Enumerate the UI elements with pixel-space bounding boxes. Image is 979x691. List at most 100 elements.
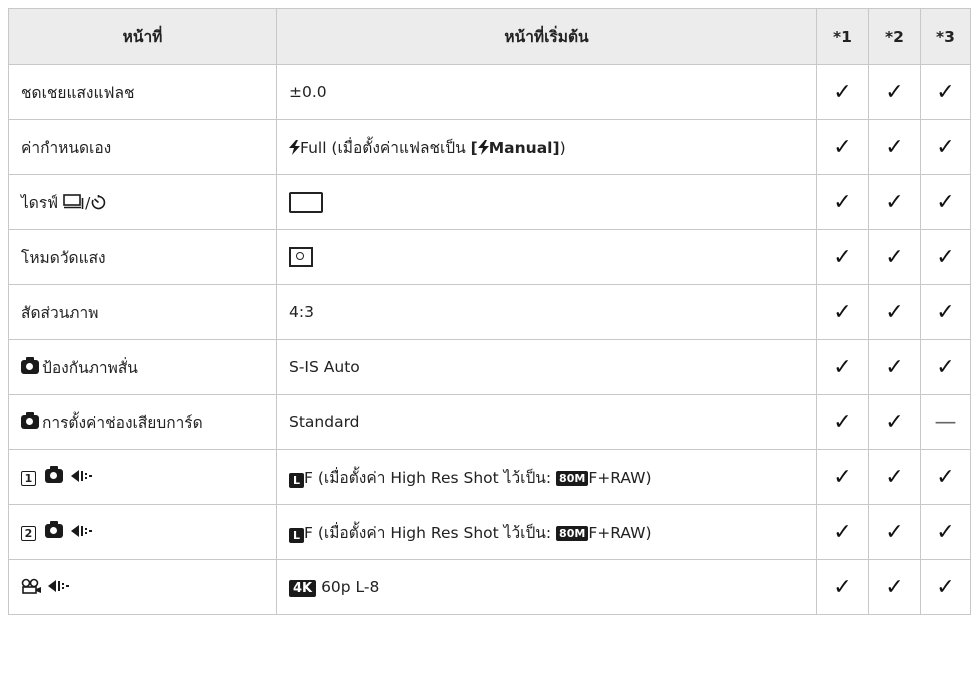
function-cell: ไดรฟ์ / [8, 174, 277, 230]
table-row: ค่ากำหนดเอง Full (เมื่อตั้งค่าแฟลชเป็น [… [8, 119, 971, 175]
check-c1: ✓ [816, 394, 869, 450]
function-cell [8, 559, 277, 615]
table-row: สัดส่วนภาพ 4:3 ✓ ✓ ✓ [8, 284, 971, 340]
table-row: การตั้งค่าช่องเสียบการ์ด Standard ✓ ✓ — [8, 394, 971, 450]
flash-icon [289, 139, 300, 155]
check-c3: ✓ [920, 449, 971, 505]
default-value-text: Full (เมื่อตั้งค่าแฟลชเป็น [300, 138, 471, 157]
check-c2: ✓ [868, 504, 921, 560]
check-c1: ✓ [816, 504, 869, 560]
check-c3: ✓ [920, 284, 971, 340]
single-frame-icon [289, 191, 323, 213]
default-cell [276, 174, 817, 230]
check-c3: ✓ [920, 119, 971, 175]
high-res-badge: 80M [556, 470, 589, 486]
large-size-icon: L [289, 527, 304, 543]
function-cell: โหมดวัดแสง [8, 229, 277, 285]
check-c3: ✓ [920, 174, 971, 230]
camera-icon [21, 356, 39, 374]
table-row: โหมดวัดแสง ✓ ✓ ✓ [8, 229, 971, 285]
check-c2: ✓ [868, 119, 921, 175]
custom-mode-number: 1 [21, 471, 36, 486]
check-c3: ✓ [920, 229, 971, 285]
check-c2: ✓ [868, 394, 921, 450]
default-value-text: F (เมื่อตั้งค่า High Res Shot ไว้เป็น: [304, 523, 557, 542]
custom-mode-number: 2 [21, 526, 36, 541]
header-c1: *1 [816, 8, 869, 65]
default-cell [276, 229, 817, 285]
function-cell: 1 [8, 449, 277, 505]
function-cell: 2 [8, 504, 277, 560]
check-c2: ✓ [868, 64, 921, 120]
camera-icon [21, 411, 39, 429]
default-value-post: F+RAW) [588, 523, 652, 542]
sequential-shooting-icon [63, 193, 84, 209]
image-quality-icon [70, 525, 92, 537]
high-res-badge: 80M [556, 525, 589, 541]
function-cell: ป้องกันภาพสั่น [8, 339, 277, 395]
default-value-post: F+RAW) [588, 468, 652, 487]
check-c1: ✓ [816, 284, 869, 340]
movie-icon [21, 578, 41, 594]
function-label: ป้องกันภาพสั่น [42, 358, 138, 377]
check-c3: ✓ [920, 559, 971, 615]
table-row: 4K 60p L-8 ✓ ✓ ✓ [8, 559, 971, 615]
table-row: 1 LF (เมื่อตั้งค่า High Res Shot ไว้เป็น… [8, 449, 971, 505]
default-value-text: F (เมื่อตั้งค่า High Res Shot ไว้เป็น: [304, 468, 557, 487]
default-cell: Standard [276, 394, 817, 450]
check-c1: ✓ [816, 339, 869, 395]
flash-icon [477, 139, 489, 155]
check-c1: ✓ [816, 174, 869, 230]
table-row: 2 LF (เมื่อตั้งค่า High Res Shot ไว้เป็น… [8, 504, 971, 560]
check-c2: ✓ [868, 449, 921, 505]
table-row: ป้องกันภาพสั่น S-IS Auto ✓ ✓ ✓ [8, 339, 971, 395]
check-c2: ✓ [868, 339, 921, 395]
default-value-post: 60p L-8 [321, 577, 380, 596]
check-c1: ✓ [816, 559, 869, 615]
header-c3: *3 [920, 8, 971, 65]
camera-icon [44, 466, 63, 483]
table-row: ชดเชยแสงแฟลช ±0.0 ✓ ✓ ✓ [8, 64, 971, 120]
4k-badge: 4K [289, 579, 317, 597]
default-cell: LF (เมื่อตั้งค่า High Res Shot ไว้เป็น: … [276, 504, 817, 560]
header-default: หน้าที่เริ่มต้น [276, 8, 817, 65]
function-cell: ค่ากำหนดเอง [8, 119, 277, 175]
check-c1: ✓ [816, 64, 869, 120]
header-row: หน้าที่ หน้าที่เริ่มต้น *1 *2 *3 [8, 8, 971, 65]
check-c2: ✓ [868, 284, 921, 340]
check-c2: ✓ [868, 174, 921, 230]
function-label: ไดรฟ์ [21, 193, 64, 212]
function-cell: ชดเชยแสงแฟลช [8, 64, 277, 120]
header-function: หน้าที่ [8, 8, 277, 65]
check-c1: ✓ [816, 119, 869, 175]
self-timer-icon [92, 194, 106, 209]
check-c2: ✓ [868, 229, 921, 285]
image-quality-icon [47, 580, 69, 592]
check-c3: ✓ [920, 339, 971, 395]
default-cell: S-IS Auto [276, 339, 817, 395]
check-c2: ✓ [868, 559, 921, 615]
default-cell: ±0.0 [276, 64, 817, 120]
image-quality-icon [70, 470, 92, 482]
default-value-bold: Manual] [488, 138, 560, 157]
default-cell: Full (เมื่อตั้งค่าแฟลชเป็น [ Manual]) [276, 119, 817, 175]
check-c3: ✓ [920, 64, 971, 120]
check-c1: ✓ [816, 449, 869, 505]
check-c1: ✓ [816, 229, 869, 285]
default-value-bracket: [ [470, 138, 478, 157]
function-cell: การตั้งค่าช่องเสียบการ์ด [8, 394, 277, 450]
function-label: การตั้งค่าช่องเสียบการ์ด [42, 413, 203, 432]
header-c2: *2 [868, 8, 921, 65]
default-value-post: ) [559, 138, 566, 157]
default-cell: 4:3 [276, 284, 817, 340]
function-cell: สัดส่วนภาพ [8, 284, 277, 340]
check-c3: ✓ [920, 504, 971, 560]
default-cell: 4K 60p L-8 [276, 559, 817, 615]
large-size-icon: L [289, 472, 304, 488]
ese-metering-icon [289, 247, 313, 267]
camera-icon [44, 521, 63, 538]
default-cell: LF (เมื่อตั้งค่า High Res Shot ไว้เป็น: … [276, 449, 817, 505]
table-row: ไดรฟ์ / ✓ ✓ ✓ [8, 174, 971, 230]
check-c3: — [920, 394, 971, 450]
settings-table: หน้าที่ หน้าที่เริ่มต้น *1 *2 *3 ชดเชยแส… [8, 8, 971, 615]
